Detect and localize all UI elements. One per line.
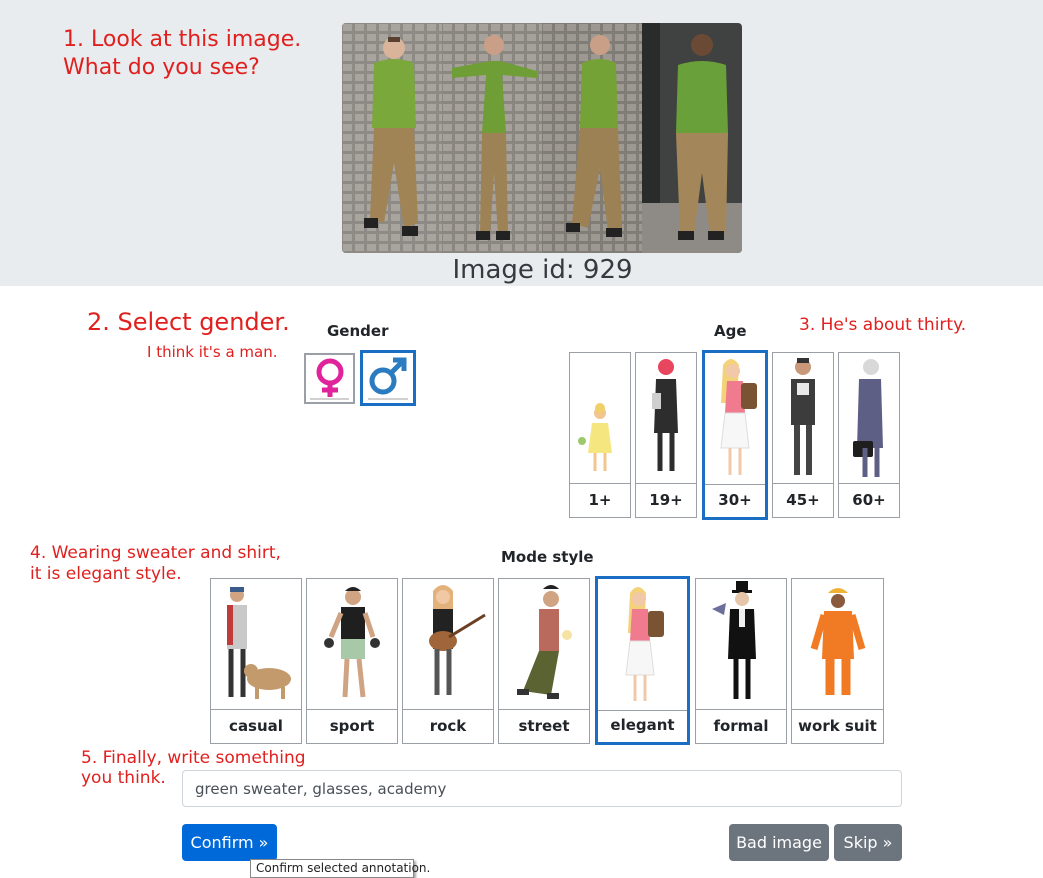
age-title: Age: [714, 322, 747, 340]
male-symbol-icon: [368, 357, 408, 400]
sport-figure-icon: [324, 587, 380, 698]
style-option-work-suit[interactable]: work suit: [791, 578, 884, 744]
style-option-casual[interactable]: casual: [210, 578, 302, 744]
formal-figure-icon: [712, 581, 756, 699]
gender-title: Gender: [327, 322, 389, 340]
style-option-street[interactable]: street: [498, 578, 590, 744]
age-option-45[interactable]: 45+: [772, 352, 834, 518]
instruction-step2-hint: I think it's a man.: [147, 343, 278, 361]
style-option-elegant[interactable]: elegant: [595, 576, 690, 745]
rock-guitarist-figure-icon: [429, 585, 486, 695]
gender-option-female[interactable]: [304, 353, 355, 404]
image-id: Image id: 929: [452, 255, 633, 285]
casual-figure-icon: [227, 587, 291, 699]
style-option-rock[interactable]: rock: [402, 578, 494, 744]
skip-button[interactable]: Skip »: [834, 824, 902, 861]
bad-image-button[interactable]: Bad image: [729, 824, 829, 861]
person-image: [342, 23, 742, 253]
age-option-30[interactable]: 30+: [702, 350, 768, 520]
style-option-sport[interactable]: sport: [306, 578, 398, 744]
comment-input[interactable]: [182, 770, 902, 807]
mode-style-title: Mode style: [501, 548, 594, 566]
confirm-tooltip: Confirm selected annotation.: [250, 859, 430, 878]
instruction-step3: 3. He's about thirty.: [799, 315, 967, 335]
instruction-step1: 1. Look at this image. What do you see?: [63, 27, 302, 80]
age-option-60[interactable]: 60+: [838, 352, 900, 518]
teen-figure-icon: [652, 359, 678, 471]
elegant-figure-icon: [625, 587, 664, 701]
confirm-button[interactable]: Confirm »: [182, 824, 277, 861]
adult-woman-figure-icon: [720, 359, 757, 475]
gender-option-male[interactable]: [360, 350, 416, 406]
age-option-1[interactable]: 1+: [569, 352, 631, 518]
street-figure-icon: [517, 585, 572, 699]
work-suit-figure-icon: [810, 588, 866, 695]
child-figure-icon: [578, 403, 612, 471]
age-option-19[interactable]: 19+: [635, 352, 697, 518]
middle-aged-man-figure-icon: [791, 358, 815, 475]
instruction-step2: 2. Select gender.: [87, 308, 290, 336]
style-option-formal[interactable]: formal: [695, 578, 787, 744]
elderly-figure-icon: [853, 359, 883, 477]
female-symbol-icon: [310, 358, 349, 400]
